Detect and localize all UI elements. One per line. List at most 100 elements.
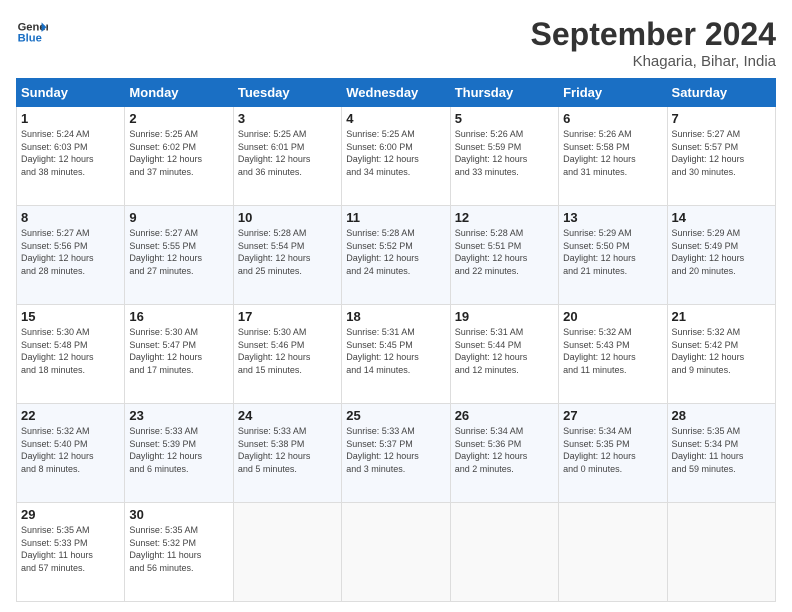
day-number: 25 (346, 408, 445, 423)
day-number: 23 (129, 408, 228, 423)
day-number: 30 (129, 507, 228, 522)
page: General Blue September 2024 Khagaria, Bi… (0, 0, 792, 612)
day-info: Sunrise: 5:28 AM Sunset: 5:51 PM Dayligh… (455, 227, 554, 277)
week-row-3: 22 Sunrise: 5:32 AM Sunset: 5:40 PM Dayli… (17, 404, 776, 503)
header-row: Sunday Monday Tuesday Wednesday Thursday… (17, 79, 776, 107)
day-number: 18 (346, 309, 445, 324)
col-tuesday: Tuesday (233, 79, 341, 107)
day-cell: 12 Sunrise: 5:28 AM Sunset: 5:51 PM Dayli… (450, 206, 558, 305)
day-info: Sunrise: 5:32 AM Sunset: 5:42 PM Dayligh… (672, 326, 771, 376)
day-number: 16 (129, 309, 228, 324)
day-cell: 25 Sunrise: 5:33 AM Sunset: 5:37 PM Dayli… (342, 404, 450, 503)
day-number: 21 (672, 309, 771, 324)
day-number: 11 (346, 210, 445, 225)
title-block: September 2024 Khagaria, Bihar, India (531, 16, 776, 70)
day-number: 6 (563, 111, 662, 126)
day-number: 28 (672, 408, 771, 423)
day-cell: 27 Sunrise: 5:34 AM Sunset: 5:35 PM Dayli… (559, 404, 667, 503)
day-number: 7 (672, 111, 771, 126)
day-number: 5 (455, 111, 554, 126)
day-info: Sunrise: 5:31 AM Sunset: 5:45 PM Dayligh… (346, 326, 445, 376)
day-cell: 17 Sunrise: 5:30 AM Sunset: 5:46 PM Dayli… (233, 305, 341, 404)
day-info: Sunrise: 5:30 AM Sunset: 5:47 PM Dayligh… (129, 326, 228, 376)
day-info: Sunrise: 5:33 AM Sunset: 5:38 PM Dayligh… (238, 425, 337, 475)
day-cell (559, 503, 667, 602)
day-info: Sunrise: 5:27 AM Sunset: 5:57 PM Dayligh… (672, 128, 771, 178)
day-cell: 16 Sunrise: 5:30 AM Sunset: 5:47 PM Dayli… (125, 305, 233, 404)
day-number: 17 (238, 309, 337, 324)
day-number: 9 (129, 210, 228, 225)
day-info: Sunrise: 5:27 AM Sunset: 5:56 PM Dayligh… (21, 227, 120, 277)
svg-text:Blue: Blue (18, 33, 42, 45)
day-cell: 4 Sunrise: 5:25 AM Sunset: 6:00 PM Daylig… (342, 107, 450, 206)
day-info: Sunrise: 5:34 AM Sunset: 5:36 PM Dayligh… (455, 425, 554, 475)
day-cell: 23 Sunrise: 5:33 AM Sunset: 5:39 PM Dayli… (125, 404, 233, 503)
day-cell: 26Sunrise: 5:34 AM Sunset: 5:36 PM Dayli… (450, 404, 558, 503)
day-cell: 28 Sunrise: 5:35 AM Sunset: 5:34 PM Dayli… (667, 404, 775, 503)
day-info: Sunrise: 5:28 AM Sunset: 5:52 PM Dayligh… (346, 227, 445, 277)
col-friday: Friday (559, 79, 667, 107)
day-info: Sunrise: 5:27 AM Sunset: 5:55 PM Dayligh… (129, 227, 228, 277)
day-number: 22 (21, 408, 120, 423)
week-row-4: 29 Sunrise: 5:35 AM Sunset: 5:33 PM Dayli… (17, 503, 776, 602)
day-cell: 30Sunrise: 5:35 AM Sunset: 5:32 PM Dayli… (125, 503, 233, 602)
week-row-1: 8 Sunrise: 5:27 AM Sunset: 5:56 PM Daylig… (17, 206, 776, 305)
day-cell: 3 Sunrise: 5:25 AM Sunset: 6:01 PM Daylig… (233, 107, 341, 206)
logo: General Blue (16, 16, 48, 48)
day-number: 4 (346, 111, 445, 126)
day-number: 1 (21, 111, 120, 126)
week-row-2: 15 Sunrise: 5:30 AM Sunset: 5:48 PM Dayli… (17, 305, 776, 404)
day-info: Sunrise: 5:30 AM Sunset: 5:48 PM Dayligh… (21, 326, 120, 376)
week-row-0: 1 Sunrise: 5:24 AM Sunset: 6:03 PM Daylig… (17, 107, 776, 206)
day-info: Sunrise: 5:25 AM Sunset: 6:01 PM Dayligh… (238, 128, 337, 178)
col-monday: Monday (125, 79, 233, 107)
day-info: Sunrise: 5:34 AM Sunset: 5:35 PM Dayligh… (563, 425, 662, 475)
day-cell: 20Sunrise: 5:32 AM Sunset: 5:43 PM Dayli… (559, 305, 667, 404)
day-cell: 11 Sunrise: 5:28 AM Sunset: 5:52 PM Dayli… (342, 206, 450, 305)
day-cell: 9 Sunrise: 5:27 AM Sunset: 5:55 PM Daylig… (125, 206, 233, 305)
day-info: Sunrise: 5:24 AM Sunset: 6:03 PM Dayligh… (21, 128, 120, 178)
col-thursday: Thursday (450, 79, 558, 107)
day-info: Sunrise: 5:33 AM Sunset: 5:37 PM Dayligh… (346, 425, 445, 475)
day-cell (450, 503, 558, 602)
day-number: 14 (672, 210, 771, 225)
day-info: Sunrise: 5:29 AM Sunset: 5:50 PM Dayligh… (563, 227, 662, 277)
day-info: Sunrise: 5:35 AM Sunset: 5:34 PM Dayligh… (672, 425, 771, 475)
subtitle: Khagaria, Bihar, India (531, 53, 776, 70)
day-info: Sunrise: 5:33 AM Sunset: 5:39 PM Dayligh… (129, 425, 228, 475)
day-info: Sunrise: 5:28 AM Sunset: 5:54 PM Dayligh… (238, 227, 337, 277)
day-cell: 6 Sunrise: 5:26 AM Sunset: 5:58 PM Daylig… (559, 107, 667, 206)
calendar-table: Sunday Monday Tuesday Wednesday Thursday… (16, 78, 776, 602)
day-number: 29 (21, 507, 120, 522)
day-number: 8 (21, 210, 120, 225)
day-info: Sunrise: 5:30 AM Sunset: 5:46 PM Dayligh… (238, 326, 337, 376)
day-cell: 2Sunrise: 5:25 AM Sunset: 6:02 PM Daylig… (125, 107, 233, 206)
col-wednesday: Wednesday (342, 79, 450, 107)
day-cell: 10Sunrise: 5:28 AM Sunset: 5:54 PM Dayli… (233, 206, 341, 305)
day-cell: 8 Sunrise: 5:27 AM Sunset: 5:56 PM Daylig… (17, 206, 125, 305)
day-info: Sunrise: 5:29 AM Sunset: 5:49 PM Dayligh… (672, 227, 771, 277)
day-cell: 7 Sunrise: 5:27 AM Sunset: 5:57 PM Daylig… (667, 107, 775, 206)
day-number: 13 (563, 210, 662, 225)
day-cell: 22 Sunrise: 5:32 AM Sunset: 5:40 PM Dayli… (17, 404, 125, 503)
day-info: Sunrise: 5:35 AM Sunset: 5:33 PM Dayligh… (21, 524, 120, 574)
day-number: 24 (238, 408, 337, 423)
day-number: 3 (238, 111, 337, 126)
day-info: Sunrise: 5:26 AM Sunset: 5:58 PM Dayligh… (563, 128, 662, 178)
day-cell: 5Sunrise: 5:26 AM Sunset: 5:59 PM Daylig… (450, 107, 558, 206)
day-info: Sunrise: 5:32 AM Sunset: 5:40 PM Dayligh… (21, 425, 120, 475)
day-number: 12 (455, 210, 554, 225)
day-cell (233, 503, 341, 602)
day-number: 27 (563, 408, 662, 423)
day-number: 20 (563, 309, 662, 324)
month-title: September 2024 (531, 16, 776, 53)
day-number: 15 (21, 309, 120, 324)
day-cell: 19Sunrise: 5:31 AM Sunset: 5:44 PM Dayli… (450, 305, 558, 404)
day-cell: 21 Sunrise: 5:32 AM Sunset: 5:42 PM Dayli… (667, 305, 775, 404)
day-info: Sunrise: 5:25 AM Sunset: 6:00 PM Dayligh… (346, 128, 445, 178)
header: General Blue September 2024 Khagaria, Bi… (16, 16, 776, 70)
day-cell: 24 Sunrise: 5:33 AM Sunset: 5:38 PM Dayli… (233, 404, 341, 503)
day-cell: 1 Sunrise: 5:24 AM Sunset: 6:03 PM Daylig… (17, 107, 125, 206)
day-number: 19 (455, 309, 554, 324)
day-cell: 14 Sunrise: 5:29 AM Sunset: 5:49 PM Dayli… (667, 206, 775, 305)
